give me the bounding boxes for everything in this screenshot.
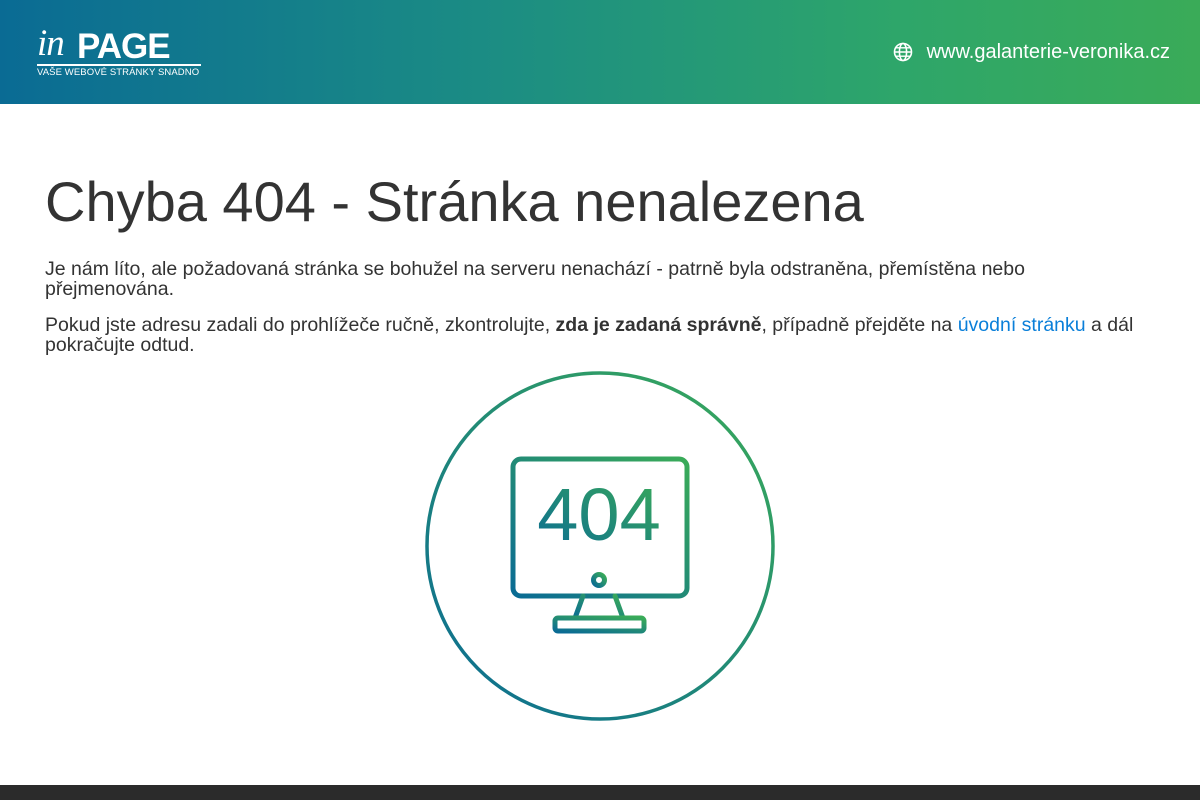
site-header: in PAGE VAŠE WEBOVÉ STRÁNKY SNADNO www.g… (0, 0, 1200, 104)
domain-info: www.galanterie-veronika.cz (893, 40, 1170, 64)
site-footer (0, 785, 1200, 800)
main-content: Chyba 404 - Stránka nenalezena Je nám lí… (45, 168, 1155, 355)
logo-word-in: in (37, 23, 65, 64)
logo-tagline: VAŠE WEBOVÉ STRÁNKY SNADNO (37, 67, 200, 78)
instructions-bold: zda je zadaná správně (555, 314, 762, 336)
domain-name: www.galanterie-veronika.cz (926, 40, 1170, 63)
homepage-link[interactable]: úvodní stránku (958, 314, 1086, 336)
logo-underline (37, 64, 201, 66)
instructions-part2: , případně přejděte na (761, 314, 958, 336)
instructions-part1: Pokud jste adresu zadali do prohlížeče r… (45, 314, 556, 336)
globe-icon (893, 42, 912, 62)
page-title: Chyba 404 - Stránka nenalezena (45, 170, 864, 233)
apology-text: Je nám líto, ale požadovaná stránka se b… (45, 258, 1025, 300)
logo-word-page: PAGE (77, 27, 171, 66)
error-code: 404 (537, 473, 660, 556)
error-illustration: 404 (425, 371, 775, 721)
instructions-text: Pokud jste adresu zadali do prohlížeče r… (45, 315, 1155, 355)
inpage-logo[interactable]: in PAGE VAŠE WEBOVÉ STRÁNKY SNADNO (37, 23, 207, 81)
